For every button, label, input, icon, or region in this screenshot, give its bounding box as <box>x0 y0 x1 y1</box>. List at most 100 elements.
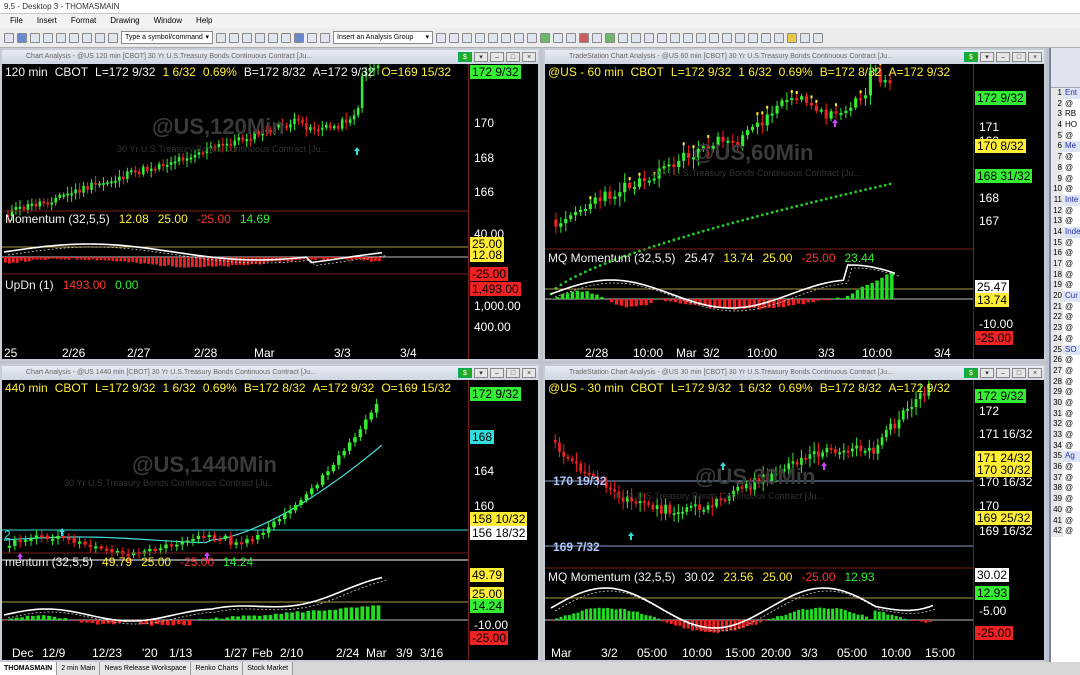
arrow-icon[interactable] <box>774 32 784 43</box>
alert-icon[interactable] <box>787 32 797 43</box>
analysis-group-select[interactable]: Insert an Analysis Group ▾ <box>333 31 433 44</box>
symbol-icon[interactable] <box>501 32 511 43</box>
chart-window-120min[interactable]: Chart Analysis - @US 120 min [CBOT] 30 Y… <box>0 48 540 361</box>
close-icon[interactable]: × <box>1028 52 1042 62</box>
refresh-icon[interactable] <box>514 32 524 43</box>
watchlist-row[interactable]: 27 @ <box>1051 365 1080 377</box>
bar-icon[interactable] <box>462 32 472 43</box>
list-icon[interactable] <box>268 32 278 43</box>
window-menu-icon[interactable]: ▾ <box>474 52 488 62</box>
candle-icon[interactable] <box>540 32 550 43</box>
window-menu-icon[interactable]: ▾ <box>474 368 488 378</box>
fib-icon[interactable] <box>735 32 745 43</box>
status-icon[interactable]: $ <box>458 368 472 378</box>
format-icon[interactable] <box>475 32 485 43</box>
watchlist-row[interactable]: 25 SO <box>1051 344 1080 356</box>
open-icon[interactable] <box>17 32 27 43</box>
workspace-tab[interactable]: THOMASMAIN <box>0 662 58 675</box>
copy-icon[interactable] <box>69 32 79 43</box>
table-icon[interactable] <box>255 32 265 43</box>
watchlist-row[interactable]: 36 @ <box>1051 462 1080 473</box>
workspace-tab[interactable]: Renko Charts <box>191 662 244 675</box>
hline-icon[interactable] <box>696 32 706 43</box>
watchlist-row[interactable]: 11 Inte <box>1051 194 1080 206</box>
minimize-icon[interactable]: – <box>490 52 504 62</box>
paste-icon[interactable] <box>82 32 92 43</box>
status-icon[interactable]: $ <box>964 368 978 378</box>
ellipse-icon[interactable] <box>761 32 771 43</box>
workspace-tab[interactable]: Stock Market <box>243 662 294 675</box>
chart-icon[interactable] <box>242 32 252 43</box>
sync-icon[interactable] <box>800 32 810 43</box>
minimize-icon[interactable]: – <box>490 368 504 378</box>
chart-plot[interactable]: @US - 60 min CBOT L=172 9/32 1 6/32 0.69% B=1… <box>545 64 1044 359</box>
indicator-icon[interactable] <box>436 32 446 43</box>
zoom-in-icon[interactable] <box>631 32 641 43</box>
window-menu-icon[interactable]: ▾ <box>980 52 994 62</box>
workspace-tab[interactable]: 2 min Main <box>57 662 101 675</box>
flag-icon[interactable] <box>579 32 589 43</box>
watchlist-row[interactable]: 1 Ent <box>1051 88 1080 99</box>
tile-icon[interactable] <box>320 32 330 43</box>
chart-window-30min[interactable]: TradeStation Chart Analysis - @US 30 min… <box>543 364 1046 662</box>
maximize-icon[interactable]: □ <box>506 368 520 378</box>
trendline-icon[interactable] <box>683 32 693 43</box>
maximize-icon[interactable]: □ <box>506 52 520 62</box>
new-icon[interactable] <box>4 32 14 43</box>
watchlist-row[interactable]: 8 @ <box>1051 162 1080 174</box>
watchlist-row[interactable]: 30 @ <box>1051 397 1080 409</box>
watchlist-row[interactable]: 19 @ <box>1051 280 1080 292</box>
menu-format[interactable]: Format <box>71 14 96 28</box>
close-icon[interactable]: × <box>522 368 536 378</box>
menu-insert[interactable]: Insert <box>37 14 57 28</box>
watchlist-row[interactable]: 33 @ <box>1051 430 1080 441</box>
watchlist-row[interactable]: 41 @ <box>1051 515 1080 527</box>
print-icon[interactable] <box>43 32 53 43</box>
watchlist-row[interactable]: 6 Me <box>1051 141 1080 153</box>
menu-help[interactable]: Help <box>196 14 212 28</box>
chart-plot[interactable]: 120 min CBOT L=172 9/32 1 6/32 0.69% B=172 8/… <box>2 64 538 359</box>
chart-plot[interactable]: @US - 30 min CBOT L=172 9/32 1 6/32 0.69% B=1… <box>545 380 1044 660</box>
workspace-tab[interactable]: News Release Workspace <box>100 662 192 675</box>
undo-icon[interactable] <box>95 32 105 43</box>
zoom-out-icon[interactable] <box>644 32 654 43</box>
point-figure-icon[interactable] <box>566 32 576 43</box>
chart-window-60min[interactable]: TradeStation Chart Analysis - @US 60 min… <box>543 48 1046 361</box>
watchlist-row[interactable]: 15 @ <box>1051 237 1080 249</box>
chart-plot[interactable]: 440 min CBOT L=172 9/32 1 6/32 0.69% B=172 8/… <box>2 380 538 660</box>
close-icon[interactable]: × <box>522 52 536 62</box>
vline-icon[interactable] <box>709 32 719 43</box>
save-icon[interactable] <box>30 32 40 43</box>
cut-icon[interactable] <box>56 32 66 43</box>
menu-drawing[interactable]: Drawing <box>110 14 139 28</box>
watchlist-row[interactable]: 5 @ <box>1051 130 1080 142</box>
maximize-icon[interactable]: □ <box>1012 52 1026 62</box>
format2-icon[interactable] <box>488 32 498 43</box>
more-icon[interactable] <box>813 32 823 43</box>
watchlist-row[interactable]: 35 Ag <box>1051 451 1080 463</box>
watchlist-row[interactable]: 21 @ <box>1051 301 1080 313</box>
minimize-icon[interactable]: – <box>996 52 1010 62</box>
watchlist-row[interactable]: 40 @ <box>1051 504 1080 516</box>
line-chart-icon[interactable] <box>553 32 563 43</box>
watchlist-row[interactable]: 38 @ <box>1051 483 1080 495</box>
watchlist-row[interactable]: 39 @ <box>1051 494 1080 505</box>
go-icon[interactable] <box>216 32 226 43</box>
watchlist-row[interactable]: 24 @ <box>1051 333 1080 345</box>
menu-window[interactable]: Window <box>154 14 182 28</box>
watchlist-row[interactable]: 22 @ <box>1051 312 1080 324</box>
status-icon[interactable]: $ <box>964 52 978 62</box>
text-icon[interactable] <box>722 32 732 43</box>
watchlist-row[interactable]: 17 @ <box>1051 259 1080 270</box>
maximize-icon[interactable]: □ <box>1012 368 1026 378</box>
watchlist-panel[interactable]: 1 Ent 2 @3 RB 4 HO 5 @6 Me 7 @8 @9 @10 @11 Inte 12 @13 @14… <box>1049 48 1080 662</box>
pointer-icon[interactable] <box>618 32 628 43</box>
crosshair-icon[interactable] <box>657 32 667 43</box>
status-icon[interactable]: $ <box>458 52 472 62</box>
close-icon[interactable]: × <box>1028 368 1042 378</box>
watchlist-row[interactable]: 14 Inde <box>1051 226 1080 238</box>
watchlist-row[interactable]: 16 @ <box>1051 248 1080 259</box>
link-icon[interactable] <box>294 32 304 43</box>
watchlist-row[interactable]: 18 @ <box>1051 269 1080 281</box>
watchlist-row[interactable]: 10 @ <box>1051 184 1080 195</box>
